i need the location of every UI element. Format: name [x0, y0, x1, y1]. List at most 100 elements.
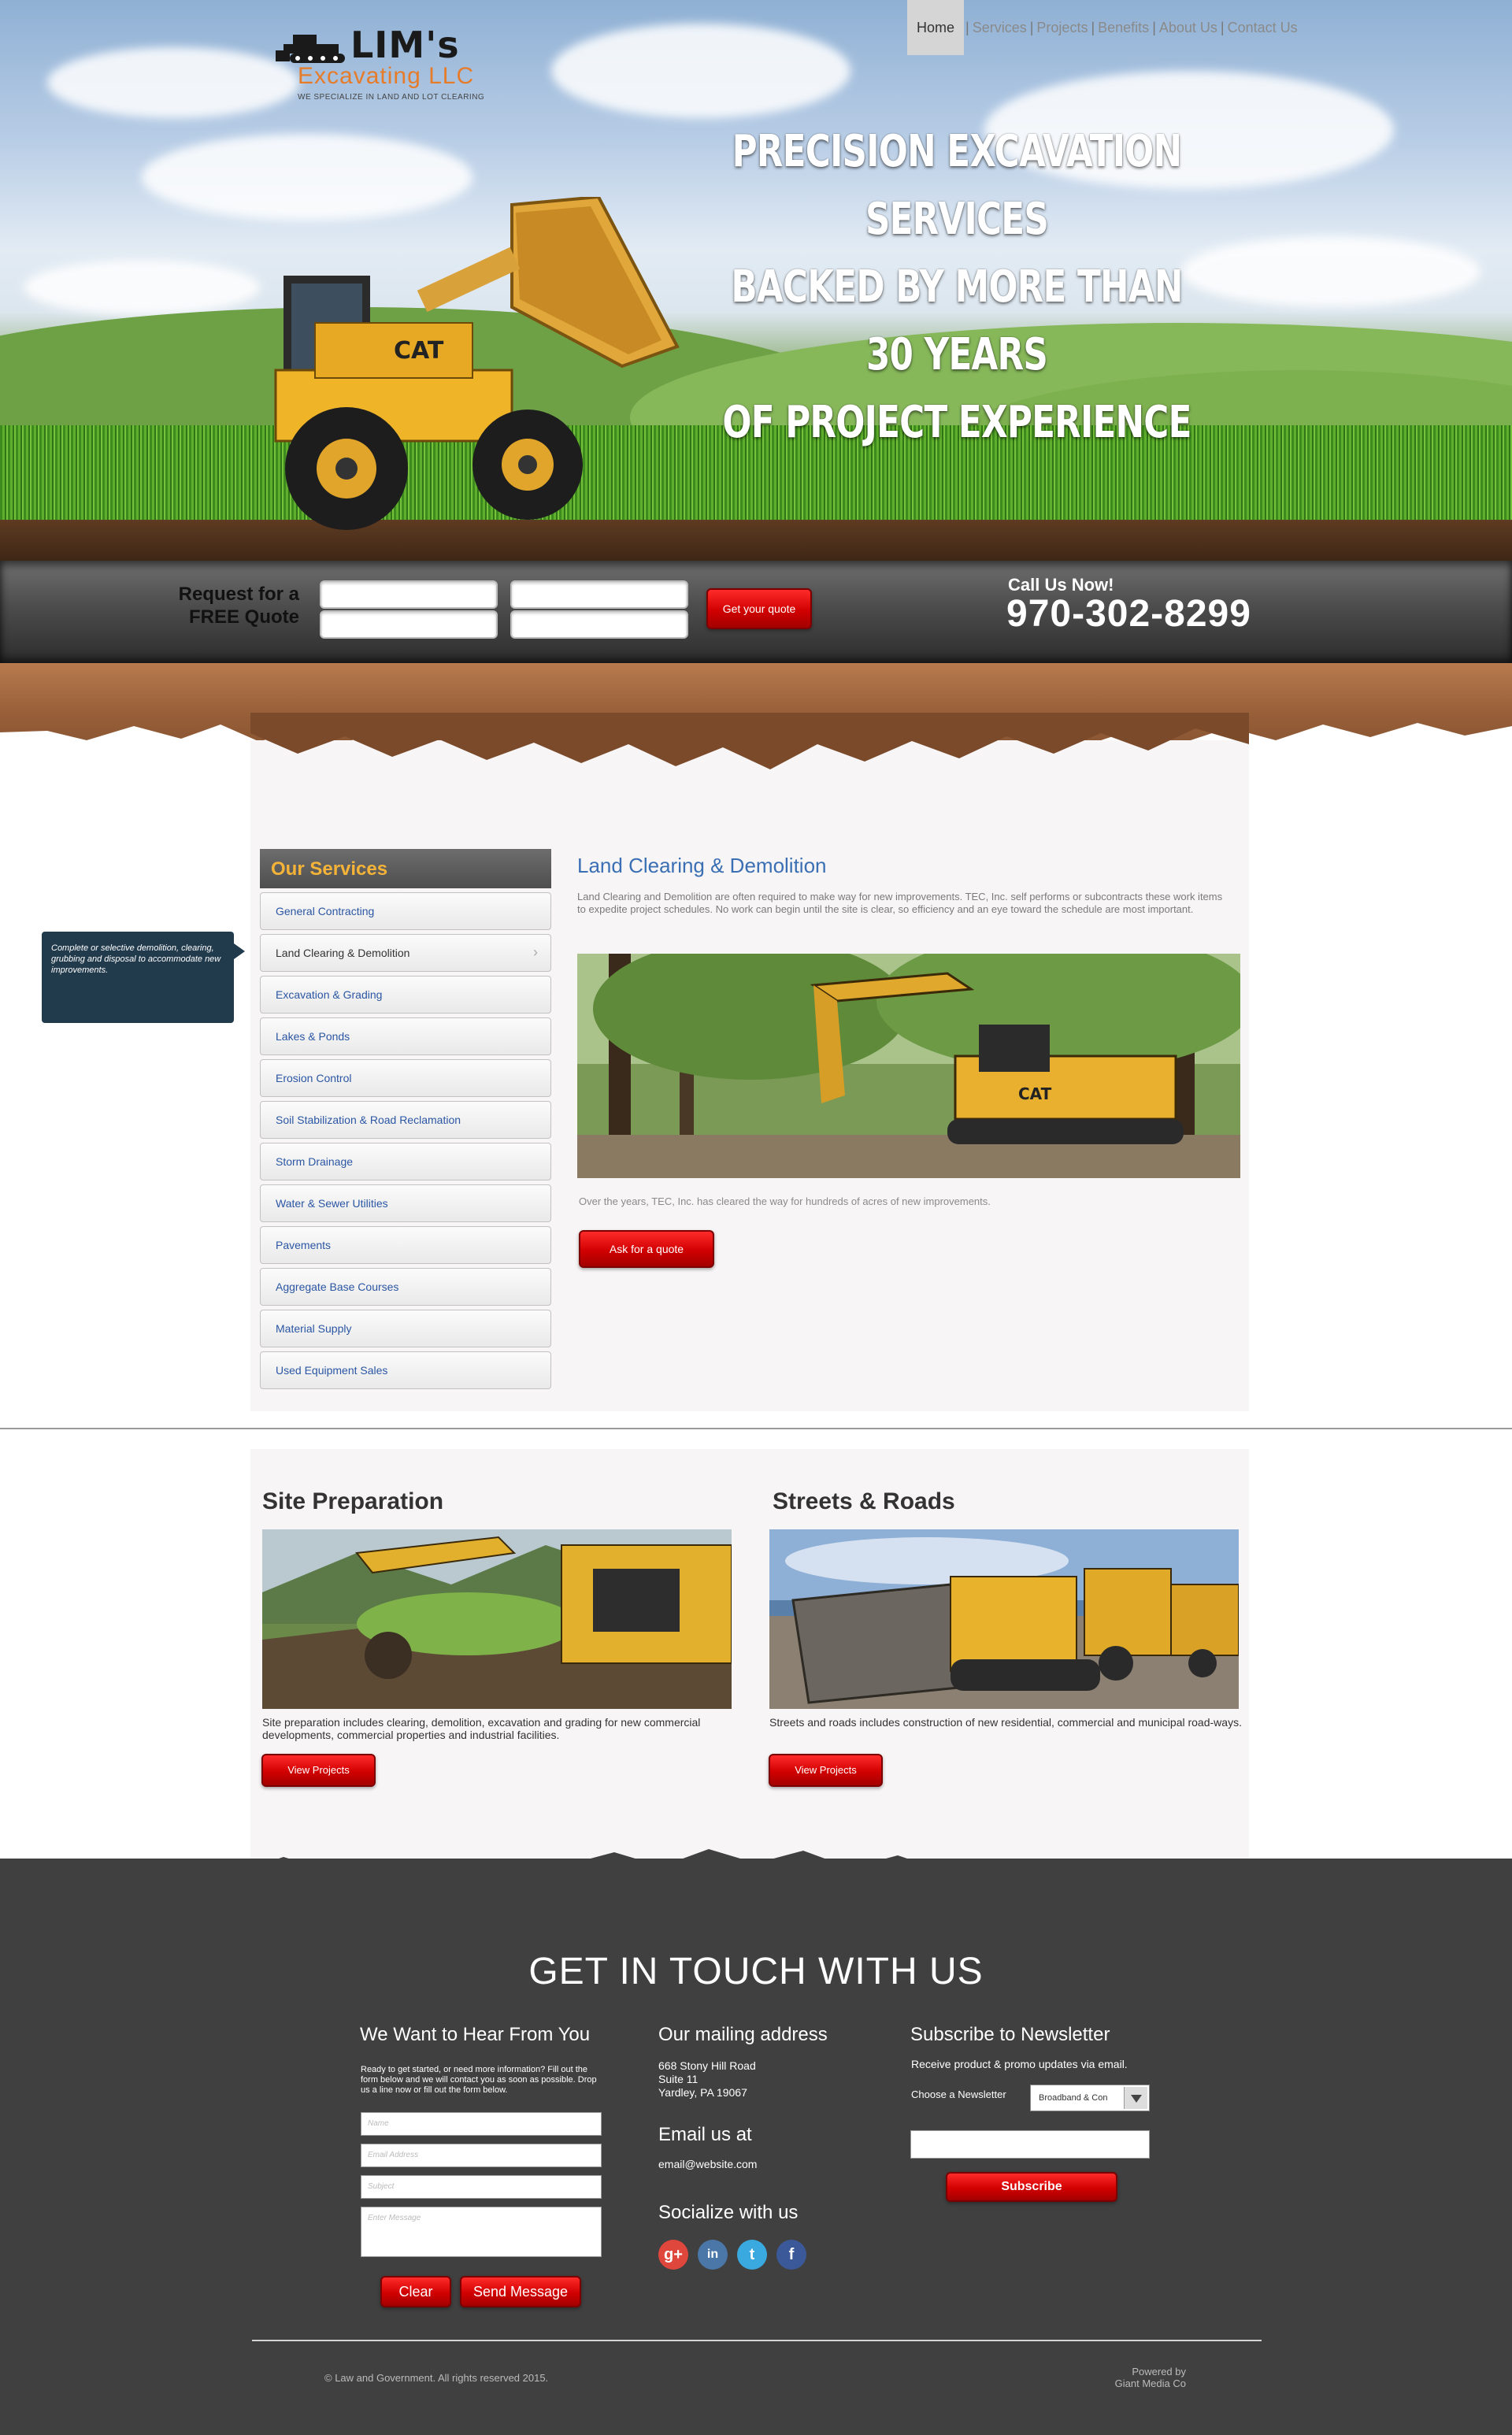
google-plus-icon[interactable]: g+	[658, 2240, 688, 2270]
nav-about-us[interactable]: About Us	[1158, 0, 1219, 55]
linkedin-icon[interactable]: in	[698, 2240, 728, 2270]
mailing-title: Our mailing address	[658, 2024, 828, 2045]
address-line: 668 Stony Hill Road	[658, 2059, 756, 2072]
bulldozer-icon	[276, 35, 345, 63]
headline-line: BACKED BY MORE THAN 30 YEARS	[731, 261, 1183, 380]
service-item-label: Land Clearing & Demolition	[276, 947, 410, 959]
clear-button[interactable]: Clear	[380, 2276, 451, 2307]
nav-home[interactable]: Home	[907, 0, 965, 55]
service-detail-text: Land Clearing and Demolition are often r…	[577, 891, 1223, 915]
quote-input[interactable]	[510, 610, 688, 639]
headline-line: PRECISION EXCAVATION SERVICES	[732, 126, 1182, 245]
newsletter-select-value: Broadband & Con	[1039, 2093, 1108, 2103]
service-item-erosion-control[interactable]: Erosion Control	[260, 1059, 551, 1097]
quote-input[interactable]	[320, 610, 498, 639]
send-message-button[interactable]: Send Message	[460, 2276, 581, 2307]
nav-services[interactable]: Services	[971, 0, 1028, 55]
email-title: Email us at	[658, 2124, 752, 2145]
powered-by[interactable]: Powered by Giant Media Co	[1095, 2366, 1186, 2389]
view-projects-button[interactable]: View Projects	[769, 1754, 883, 1787]
torn-edge	[0, 1849, 1512, 1898]
chevron-right-icon: ›	[533, 944, 538, 960]
service-item-water-sewer[interactable]: Water & Sewer Utilities	[260, 1184, 551, 1222]
hero-headline: PRECISION EXCAVATION SERVICES BACKED BY …	[646, 118, 1268, 457]
newsletter-choose-label: Choose a Newsletter	[911, 2088, 1006, 2100]
nav-separator: |	[1220, 19, 1225, 35]
service-item-land-clearing[interactable]: Land Clearing & Demolition ›	[260, 934, 551, 972]
logo-tagline: WE SPECIALIZE IN LAND AND LOT CLEARING	[298, 93, 485, 102]
ask-quote-button[interactable]: Ask for a quote	[579, 1230, 714, 1268]
footer	[0, 1859, 1512, 2435]
nav-projects[interactable]: Projects	[1035, 0, 1089, 55]
contact-heading: GET IN TOUCH WITH US	[528, 1951, 984, 1992]
newsletter-email-input[interactable]	[910, 2130, 1150, 2159]
address-line: Yardley, PA 19067	[658, 2086, 747, 2099]
service-item-aggregate[interactable]: Aggregate Base Courses	[260, 1268, 551, 1306]
phone-number[interactable]: 970-302-8299	[1006, 592, 1251, 636]
nav-separator: |	[1091, 19, 1095, 35]
service-item-general-contracting[interactable]: General Contracting	[260, 892, 551, 930]
svg-text:CAT: CAT	[1018, 1084, 1052, 1103]
tooltip-arrow	[234, 943, 245, 959]
email-address[interactable]: email@website.com	[658, 2158, 757, 2171]
copyright-text: © Law and Government. All rights reserve…	[324, 2372, 549, 2384]
service-item-lakes-ponds[interactable]: Lakes & Ponds	[260, 1017, 551, 1055]
form-title: We Want to Hear From You	[360, 2024, 591, 2045]
excavator-photo: CAT	[577, 954, 1240, 1178]
social-title: Socialize with us	[658, 2202, 799, 2223]
service-item-excavation[interactable]: Excavation & Grading	[260, 976, 551, 1014]
newsletter-title: Subscribe to Newsletter	[910, 2024, 1110, 2045]
get-quote-button[interactable]: Get your quote	[706, 588, 812, 629]
main-nav: Home | Services | Projects | Benefits | …	[907, 0, 1299, 55]
quote-label-line: FREE Quote	[188, 606, 299, 628]
project-title-site-preparation: Site Preparation	[262, 1488, 444, 1514]
form-intro: Ready to get started, or need more infor…	[361, 2065, 597, 2095]
project-text: Streets and roads includes construction …	[769, 1716, 1242, 1729]
svg-text:CAT: CAT	[394, 337, 444, 365]
email-field[interactable]: Email Address	[361, 2144, 602, 2167]
nav-contact-us[interactable]: Contact Us	[1226, 0, 1299, 55]
mailing-address: 668 Stony Hill Road Suite 11 Yardley, PA…	[658, 2059, 756, 2100]
service-item-material-supply[interactable]: Material Supply	[260, 1310, 551, 1347]
nav-separator: |	[965, 19, 969, 35]
view-projects-button[interactable]: View Projects	[261, 1754, 376, 1787]
nav-benefits[interactable]: Benefits	[1096, 0, 1151, 55]
streets-roads-photo	[769, 1529, 1239, 1709]
logo-name: LIM's	[350, 24, 460, 66]
newsletter-text: Receive product & promo updates via emai…	[911, 2058, 1128, 2070]
service-tooltip: Complete or selective demolition, cleari…	[42, 932, 234, 1023]
powered-by-label: Powered by	[1132, 2366, 1186, 2378]
cloud	[551, 24, 850, 118]
service-item-soil-stabilization[interactable]: Soil Stabilization & Road Reclamation	[260, 1101, 551, 1139]
company-logo[interactable]: LIM's Excavating LLC WE SPECIALIZE IN LA…	[276, 22, 496, 109]
address-line: Suite 11	[658, 2073, 699, 2085]
name-field[interactable]: Name	[361, 2112, 602, 2136]
quote-input[interactable]	[510, 580, 688, 609]
service-item-used-equipment[interactable]: Used Equipment Sales	[260, 1351, 551, 1389]
project-text: Site preparation includes clearing, demo…	[262, 1716, 701, 1741]
facebook-icon[interactable]: f	[776, 2240, 806, 2270]
cloud	[24, 260, 260, 315]
service-item-storm-drainage[interactable]: Storm Drainage	[260, 1143, 551, 1180]
cloud	[47, 47, 299, 118]
torn-edge	[250, 713, 1249, 769]
headline-line: OF PROJECT EXPERIENCE	[722, 397, 1191, 448]
soil-layer	[0, 520, 1512, 567]
nav-separator: |	[1152, 19, 1156, 35]
subject-field[interactable]: Subject	[361, 2175, 602, 2199]
nav-separator: |	[1029, 19, 1034, 35]
newsletter-select[interactable]: Broadband & Con	[1030, 2085, 1150, 2111]
quote-label-line: Request for a	[178, 584, 299, 605]
quote-input[interactable]	[320, 580, 498, 609]
site-preparation-photo	[262, 1529, 732, 1709]
footer-divider	[252, 2340, 1262, 2341]
message-field[interactable]: Enter Message	[361, 2207, 602, 2257]
logo-subtitle: Excavating LLC	[298, 63, 475, 89]
quote-label: Request for a FREE Quote	[134, 583, 299, 628]
service-item-pavements[interactable]: Pavements	[260, 1226, 551, 1264]
subscribe-button[interactable]: Subscribe	[946, 2172, 1117, 2202]
service-detail-title: Land Clearing & Demolition	[577, 854, 827, 877]
service-detail-caption: Over the years, TEC, Inc. has cleared th…	[579, 1195, 991, 1207]
dropdown-arrow-icon	[1124, 2087, 1147, 2109]
twitter-icon[interactable]: t	[737, 2240, 767, 2270]
